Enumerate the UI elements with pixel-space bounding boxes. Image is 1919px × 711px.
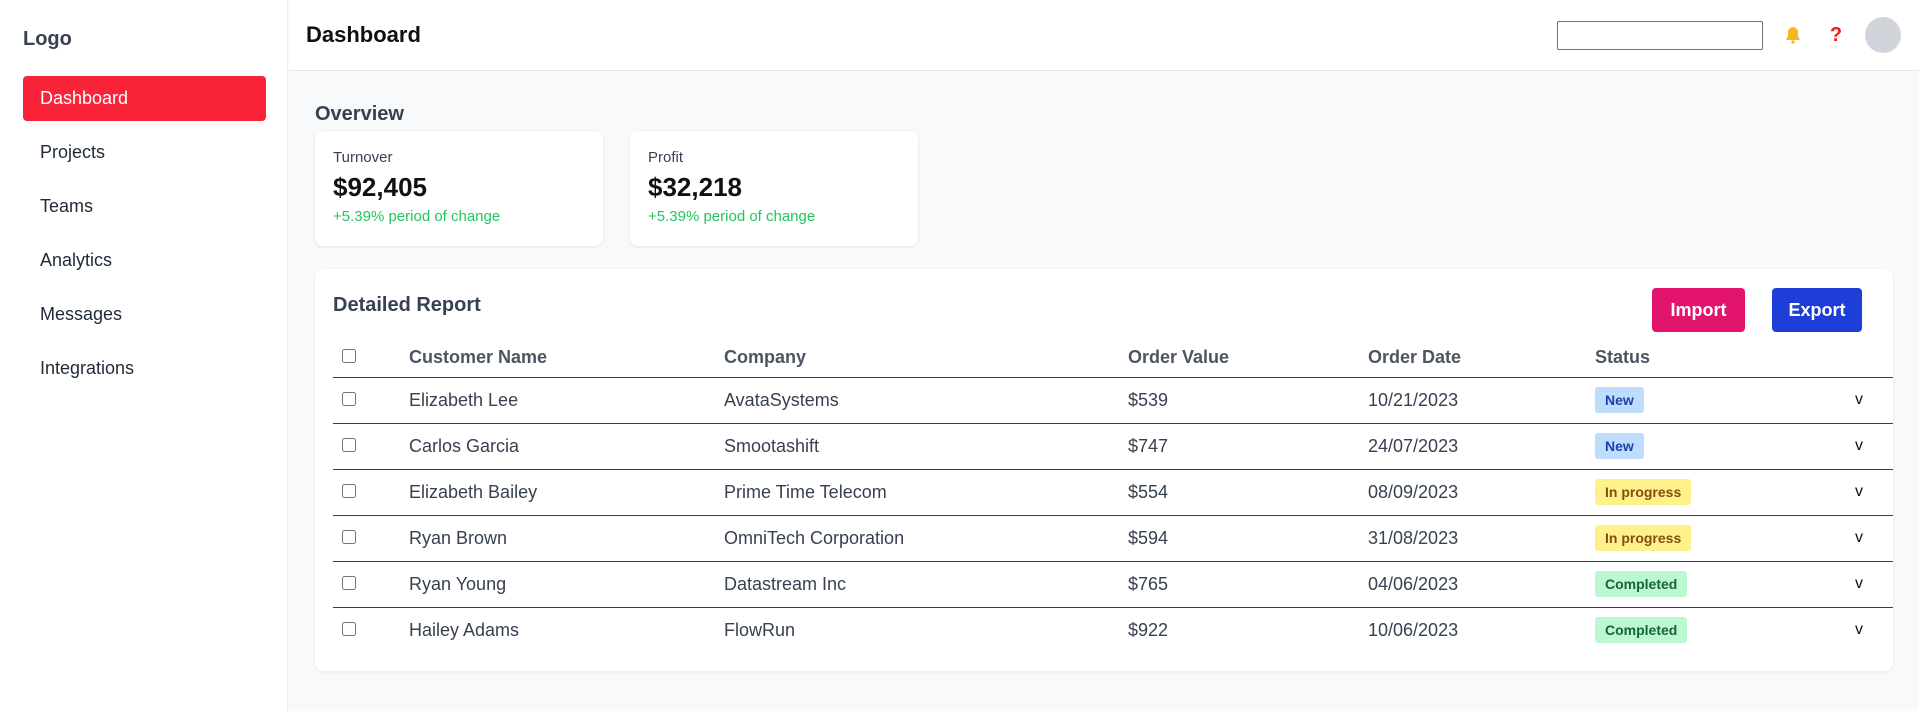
order-date: 10/21/2023 [1368,377,1595,424]
expand-row-toggle[interactable]: v [1825,607,1893,653]
row-select-cell [333,469,409,516]
column-header-order-value[interactable]: Order Value [1128,339,1368,378]
order-value: $594 [1128,515,1368,562]
order-value: $922 [1128,619,1169,640]
expand-row-toggle[interactable]: v [1825,377,1893,424]
company: Smootashift [724,423,1128,470]
customer-name: Elizabeth Bailey [409,469,724,516]
row-checkbox[interactable] [342,621,356,636]
order-value: $539 [1128,377,1368,424]
card-change: +5.39% period of change [648,208,816,225]
status-cell: In progress [1595,515,1825,562]
status-cell: Completed [1595,561,1825,608]
sidebar-item-integrations[interactable]: Integrations [23,346,266,391]
row-select-cell [333,561,409,608]
sidebar-item-teams[interactable]: Teams [23,184,266,229]
company: OmniTech Corporation [724,515,1128,562]
customer-name: Ryan Brown [409,515,724,562]
sidebar-item-messages[interactable]: Messages [23,292,266,337]
profit-card: Profit $32,218 +5.39% period of change [630,131,918,246]
sidebar-nav: Dashboard Projects Teams Analytics Messa… [23,76,266,400]
expand-row-toggle[interactable]: v [1825,561,1893,608]
sidebar-item-projects[interactable]: Projects [23,130,266,175]
help-icon[interactable]: ? [1824,23,1848,47]
report-title: Detailed Report [333,294,481,316]
bell-icon[interactable] [1781,23,1805,47]
row-checkbox[interactable] [342,529,356,544]
status-badge: In progress [1595,479,1692,505]
select-all-checkbox[interactable] [342,349,356,364]
customer-name: Carlos Garcia [409,423,724,470]
row-select-cell [333,607,409,653]
sidebar-item-dashboard[interactable]: Dashboard [23,76,266,121]
table-row: Ryan Young Datastream Inc $765 04/06/202… [333,561,1893,608]
company: AvataSystems [724,377,1128,424]
sidebar: Logo Dashboard Projects Teams Analytics … [0,0,288,711]
table-row: Carlos Garcia Smootashift $747 24/07/202… [333,423,1893,470]
order-date: 04/06/2023 [1368,561,1595,608]
card-value: $32,218 [648,172,742,202]
status-cell: Completed [1595,607,1825,653]
search-input[interactable] [1557,21,1763,50]
table-row: Hailey Adams FlowRun $922 10/06/2023 Com… [333,607,1893,653]
page-title: Dashboard [306,22,421,47]
table-row: Elizabeth Bailey Prime Time Telecom $554… [333,469,1893,516]
table-row: Ryan Brown OmniTech Corporation $594 31/… [333,515,1893,562]
export-button[interactable]: Export [1772,288,1862,332]
row-checkbox[interactable] [342,483,356,498]
row-checkbox[interactable] [342,575,356,590]
company: FlowRun [724,619,796,640]
row-checkbox[interactable] [342,391,356,406]
column-header-status[interactable]: Status [1595,339,1825,378]
company: Prime Time Telecom [724,469,1128,516]
expand-row-toggle[interactable]: v [1825,469,1893,516]
order-value: $554 [1128,469,1368,516]
table-row: Elizabeth Lee AvataSystems $539 10/21/20… [333,377,1893,424]
import-button[interactable]: Import [1652,288,1745,332]
column-header-customer-name[interactable]: Customer Name [409,339,724,378]
row-select-cell [333,515,409,562]
row-select-cell [333,377,409,424]
order-date: 10/06/2023 [1368,619,1459,640]
status-badge: Completed [1595,617,1688,644]
top-bar: Dashboard ? [289,0,1919,71]
order-value: $765 [1128,561,1368,608]
status-cell: In progress [1595,469,1825,516]
status-badge: Completed [1595,571,1688,597]
column-header-company[interactable]: Company [724,339,1128,378]
order-date: 08/09/2023 [1368,469,1595,516]
row-select-cell [333,423,409,470]
detailed-report: Detailed Report Import Export Customer N… [315,269,1893,671]
company: Datastream Inc [724,561,1128,608]
overview-title: Overview [315,103,404,125]
column-header-order-date[interactable]: Order Date [1368,339,1595,378]
status-cell: New [1595,377,1825,424]
customer-name: Hailey Adams [409,619,520,640]
order-date: 24/07/2023 [1368,423,1595,470]
avatar[interactable] [1865,17,1901,53]
column-header-actions [1825,339,1893,378]
order-value: $747 [1128,423,1368,470]
table-header-row: Customer Name Company Order Value Order … [333,339,1893,378]
card-label: Turnover [333,149,393,166]
status-badge: New [1595,433,1644,459]
report-table: Customer Name Company Order Value Order … [333,339,1893,653]
status-cell: New [1595,423,1825,470]
card-label: Profit [648,149,684,166]
customer-name: Elizabeth Lee [409,377,724,424]
logo[interactable]: Logo [23,28,72,51]
turnover-card: Turnover $92,405 +5.39% period of change [315,131,603,246]
status-badge: New [1595,387,1644,413]
order-date: 31/08/2023 [1368,515,1595,562]
card-change: +5.39% period of change [333,208,501,225]
card-value: $92,405 [333,172,427,202]
sidebar-item-analytics[interactable]: Analytics [23,238,266,283]
row-checkbox[interactable] [342,437,356,452]
expand-row-toggle[interactable]: v [1825,423,1893,470]
expand-row-toggle[interactable]: v [1825,515,1893,562]
customer-name: Ryan Young [409,561,724,608]
status-badge: In progress [1595,525,1692,551]
select-all-cell [333,339,409,378]
